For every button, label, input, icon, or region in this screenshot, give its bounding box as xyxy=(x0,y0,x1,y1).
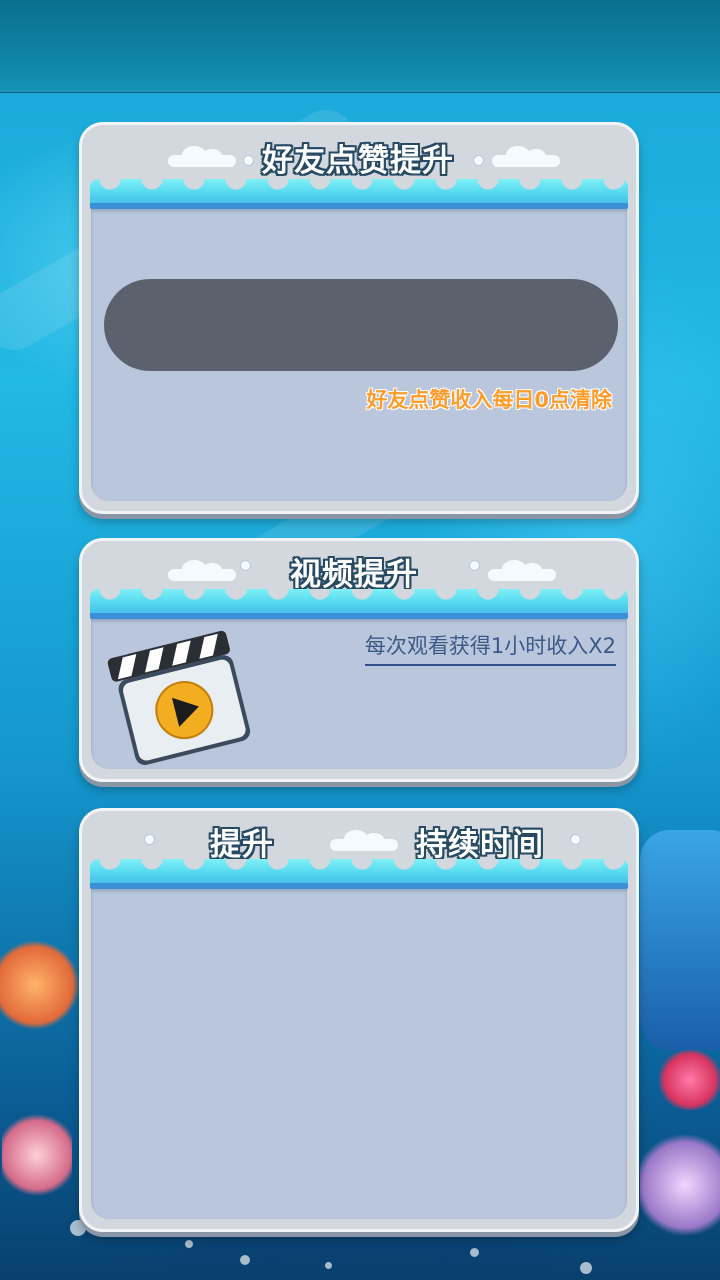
dot-decoration xyxy=(243,155,254,166)
video-boost-description: 每次观看获得1小时收入X2 xyxy=(364,630,616,666)
duration-column-header: 持续时间 xyxy=(416,827,544,863)
wave-banner xyxy=(90,859,628,889)
wave-banner xyxy=(90,179,628,209)
friend-like-panel: 好友点赞提升 好友点赞收入每日0点清除 xyxy=(79,122,639,514)
cloud-decoration xyxy=(492,146,560,167)
friend-like-progress-bar xyxy=(104,279,618,371)
bubble xyxy=(240,1255,250,1265)
dot-decoration xyxy=(144,834,155,845)
cloud-decoration xyxy=(330,830,398,851)
dot-decoration xyxy=(240,560,251,571)
bubble xyxy=(185,1240,193,1248)
cloud-decoration xyxy=(168,560,236,581)
cloud-decoration xyxy=(168,146,236,167)
dot-decoration xyxy=(473,155,484,166)
friend-like-reset-note: 好友点赞收入每日0点清除 xyxy=(366,388,612,412)
coral-decoration xyxy=(0,940,80,1030)
dot-decoration xyxy=(469,560,480,571)
dot-decoration xyxy=(570,834,581,845)
bubble xyxy=(470,1248,479,1257)
video-boost-panel: 视频提升 每次观看获得1小时收入X2 xyxy=(79,538,639,782)
top-bar xyxy=(0,0,720,93)
boost-list-body xyxy=(91,889,627,1219)
bubble xyxy=(580,1262,592,1274)
coral-decoration xyxy=(655,1050,720,1110)
friend-like-title: 好友点赞提升 xyxy=(262,143,454,179)
video-clapperboard-icon[interactable] xyxy=(104,627,254,767)
wave-banner xyxy=(90,589,628,619)
coral-decoration xyxy=(2,1110,72,1200)
bubble xyxy=(325,1262,332,1269)
cloud-decoration xyxy=(488,560,556,581)
rock-decoration xyxy=(640,830,720,1050)
coral-decoration xyxy=(640,1130,720,1240)
boost-list-panel: 提升 持续时间 xyxy=(79,808,639,1232)
video-boost-title: 视频提升 xyxy=(290,557,418,593)
boost-column-header: 提升 xyxy=(210,827,274,863)
